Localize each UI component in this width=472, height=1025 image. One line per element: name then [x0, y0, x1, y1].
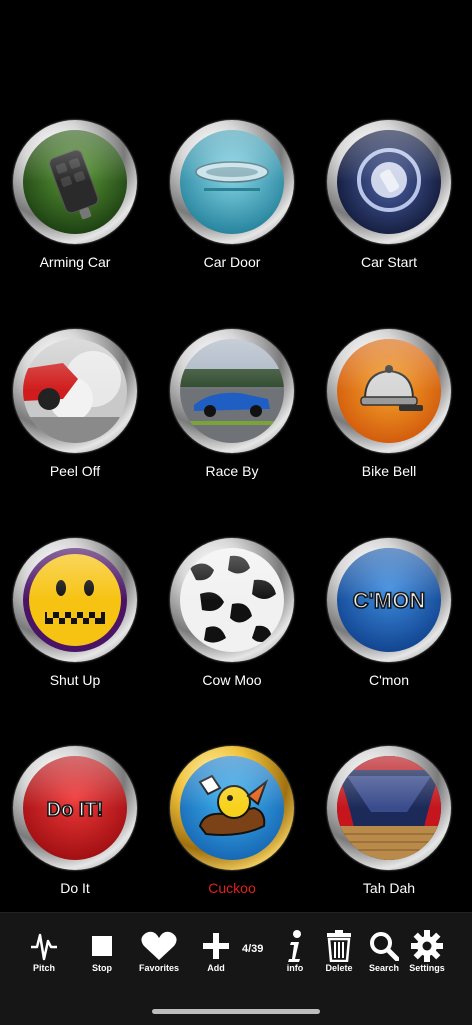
settings-label: Settings [409, 963, 445, 973]
button-ring: C'MON [327, 538, 451, 662]
button-ring [170, 538, 294, 662]
button-ring [13, 329, 137, 453]
trash-icon [317, 929, 361, 963]
stage-curtain-icon [337, 756, 441, 860]
sound-label: Tah Dah [362, 880, 416, 896]
search-label: Search [368, 963, 400, 973]
button-ring [170, 329, 294, 453]
sound-button-do-it[interactable]: Do IT! Do It [0, 746, 156, 926]
sound-label: Cow Moo [202, 672, 262, 688]
sound-grid: Arming Car Car Door Car Start Peel Off R… [0, 0, 472, 910]
delete-button[interactable]: Delete [317, 929, 361, 973]
sound-label: Shut Up [49, 672, 101, 688]
cmon-text: C'MON [353, 588, 425, 613]
sound-button-cow-moo[interactable]: Cow Moo [157, 538, 313, 718]
delete-label: Delete [325, 963, 353, 973]
sound-button-arming-car[interactable]: Arming Car [0, 120, 156, 300]
favorites-label: Favorites [138, 963, 180, 973]
sound-label: Race By [205, 463, 259, 479]
button-ring [13, 120, 137, 244]
stop-label: Stop [92, 963, 112, 973]
page-counter: 4/39 [242, 943, 264, 955]
sound-label: Car Door [203, 254, 261, 270]
stop-button[interactable]: Stop [80, 929, 124, 973]
sound-label: Car Start [360, 254, 417, 270]
settings-button[interactable]: Settings [405, 929, 449, 973]
sound-button-cuckoo[interactable]: Cuckoo [157, 746, 313, 926]
info-button[interactable]: info [273, 929, 317, 973]
gear-icon [405, 929, 449, 963]
button-ring [13, 538, 137, 662]
sound-label: Do It [60, 880, 90, 896]
sound-button-shut-up[interactable]: Shut Up [0, 538, 156, 718]
button-ring-selected [170, 746, 294, 870]
sound-label-selected: Cuckoo [208, 880, 256, 896]
sound-button-peel-off[interactable]: Peel Off [0, 329, 156, 509]
sound-label: Arming Car [39, 254, 111, 270]
do-it-text-icon: Do IT! [23, 756, 127, 860]
pitch-button[interactable]: Pitch [22, 929, 66, 973]
add-label: Add [207, 963, 225, 973]
search-icon [362, 929, 406, 963]
sound-button-tah-dah[interactable]: Tah Dah [314, 746, 470, 926]
sound-button-car-door[interactable]: Car Door [157, 120, 313, 300]
home-indicator[interactable] [152, 1009, 320, 1014]
cmon-text-icon: C'MON [337, 548, 441, 652]
bike-bell-icon [337, 339, 441, 443]
sound-button-bike-bell[interactable]: Bike Bell [314, 329, 470, 509]
search-button[interactable]: Search [362, 929, 406, 973]
info-icon [273, 929, 317, 963]
button-ring [327, 329, 451, 453]
pitch-waveform-icon [22, 929, 66, 963]
heart-icon [137, 929, 181, 963]
do-it-text: Do IT! [47, 799, 104, 821]
button-ring [327, 120, 451, 244]
favorites-button[interactable]: Favorites [137, 929, 181, 973]
sound-button-race-by[interactable]: Race By [157, 329, 313, 509]
sound-label: C'mon [368, 672, 410, 688]
ignition-key-icon [337, 130, 441, 234]
plus-icon [194, 929, 238, 963]
sound-label: Peel Off [49, 463, 101, 479]
add-button[interactable]: Add [194, 929, 238, 973]
cuckoo-bird-icon [180, 756, 284, 860]
cow-pattern-icon [180, 548, 284, 652]
sound-button-cmon[interactable]: C'MON C'mon [314, 538, 470, 718]
sound-button-car-start[interactable]: Car Start [314, 120, 470, 300]
car-key-fob-icon [23, 130, 127, 234]
race-car-icon [180, 339, 284, 443]
button-ring [327, 746, 451, 870]
button-ring: Do IT! [13, 746, 137, 870]
button-ring [170, 120, 294, 244]
car-door-handle-icon [180, 130, 284, 234]
sound-label: Bike Bell [361, 463, 417, 479]
stop-square-icon [80, 929, 124, 963]
tire-smoke-icon [23, 339, 127, 443]
info-label: info [286, 963, 304, 973]
pitch-label: Pitch [32, 963, 55, 973]
zipper-mouth-face-icon [23, 548, 127, 652]
